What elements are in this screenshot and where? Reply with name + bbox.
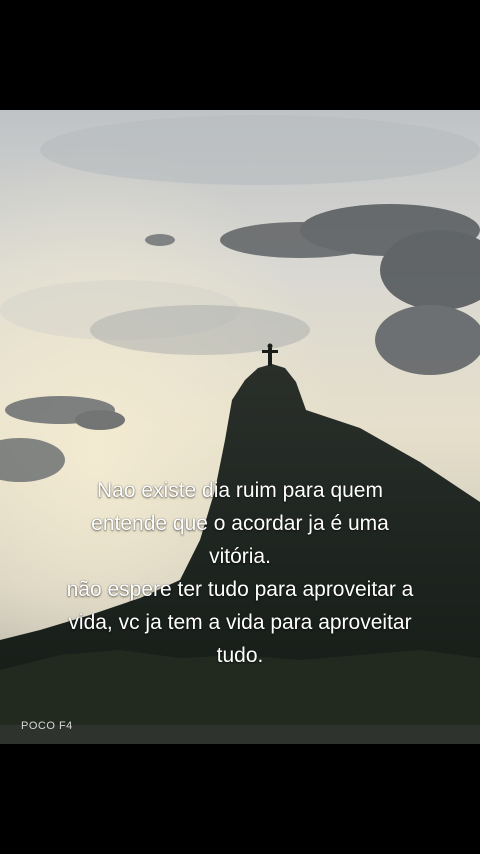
camera-watermark: POCO F4 bbox=[21, 720, 73, 732]
caption-line-6: tudo. bbox=[216, 644, 264, 667]
caption-line-3: vitória. bbox=[209, 545, 271, 568]
caption-line-5: vida, vc ja tem a vida para aproveitar bbox=[68, 611, 412, 634]
caption-line-4: não espere ter tudo para aproveitar a bbox=[66, 578, 414, 601]
caption-line-2: entende que o acordar ja é uma bbox=[91, 512, 389, 535]
bottom-letterbox bbox=[0, 744, 480, 854]
caption-text: Nao existe dia ruim para quem entende qu… bbox=[0, 474, 480, 672]
top-letterbox bbox=[0, 0, 480, 110]
caption-line-1: Nao existe dia ruim para quem bbox=[97, 479, 383, 502]
